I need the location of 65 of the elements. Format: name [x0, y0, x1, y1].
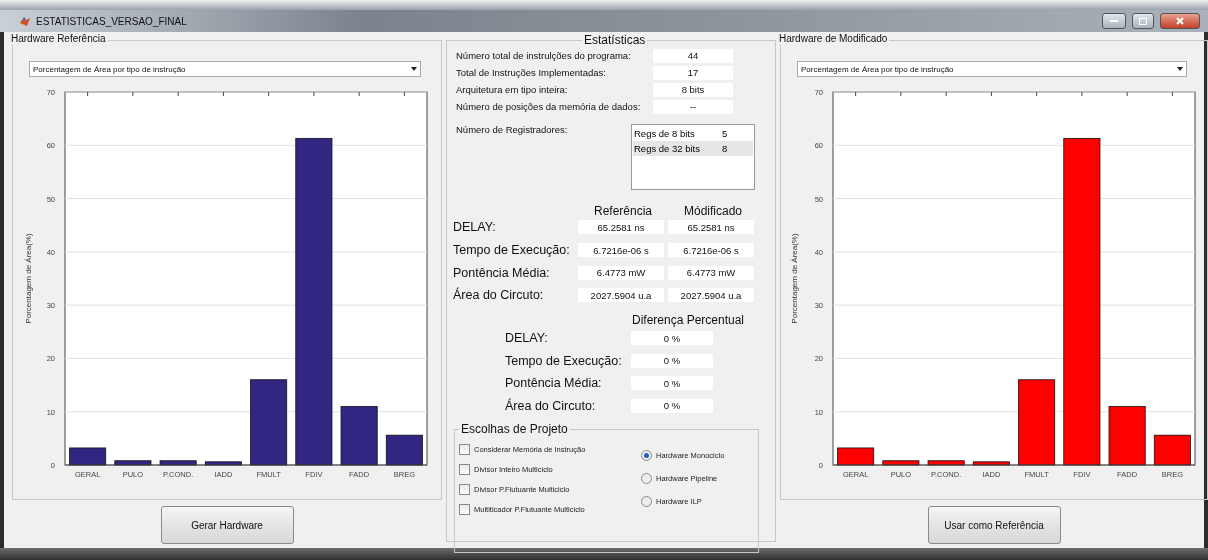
difference-value: 0 % [631, 376, 713, 390]
metric-label: Área do Circuto: [453, 288, 545, 303]
bar [340, 406, 378, 466]
difference-value: 0 % [631, 398, 713, 413]
dropdown-arrow-icon [1174, 65, 1186, 73]
section-title: Diferença Percentual [630, 312, 746, 327]
bar [159, 460, 197, 466]
stat-label: Número total de instrulções do programa: [455, 50, 632, 61]
stat-label: Total de Instruções Implementadas: [455, 67, 607, 78]
minimize-icon [1110, 19, 1118, 23]
bar [1153, 434, 1191, 466]
metric-label: Pontência Média: [505, 376, 603, 390]
maximize-icon [1139, 17, 1147, 25]
column-header: Referência [593, 204, 653, 218]
bar [114, 460, 152, 466]
chart-type-dropdown[interactable]: Porcentagem de Área por tipo de instrução [29, 61, 421, 77]
bar [882, 460, 920, 466]
bar [385, 434, 423, 466]
dropdown-arrow-icon [408, 65, 420, 73]
stat-value: 17 [653, 65, 733, 80]
metric-value: 6.4773 mW [578, 265, 664, 280]
stat-value: -- [653, 99, 733, 114]
action-button[interactable]: Gerar Hardware [160, 506, 294, 544]
bar [1108, 406, 1146, 466]
close-button[interactable] [1160, 13, 1200, 29]
metric-value: 65.2581 ns [668, 220, 754, 235]
panel-title: Estatísticas [582, 33, 648, 47]
metric-label: Tempo de Execução: [505, 353, 623, 368]
difference-value: 0 % [631, 331, 713, 345]
panel-title: Hardware Referência [9, 33, 108, 44]
metric-label: Pontência Média: [453, 265, 551, 280]
metric-value: 65.2581 ns [578, 220, 664, 235]
window-title: ESTATISTICAS_VERSAO_FINAL [36, 15, 188, 27]
column-header: Módificado [683, 204, 743, 218]
metric-value: 6.4773 mW [668, 265, 754, 280]
stat-label: Arquitetura em tipo inteira: [455, 84, 569, 95]
stat-label: Número de posições da memória de dados: [455, 101, 642, 112]
bar [204, 461, 242, 466]
chart-type-dropdown[interactable]: Porcentagem de Área por tipo de instrução [797, 61, 1187, 77]
y-axis-label: Porcentagem de Área(%) [790, 233, 799, 324]
app-icon [20, 16, 30, 26]
register-row[interactable]: Regs de 32 bits 8 [633, 141, 753, 156]
panel-title: Hardware de Modificado [777, 33, 890, 44]
metric-value: 2027.5904 u.a [578, 288, 664, 303]
stat-value: 44 [653, 48, 733, 63]
action-button[interactable]: Usar como Referência [927, 506, 1061, 544]
bar [837, 447, 875, 466]
group-title: Escolhas de Projeto [459, 421, 570, 436]
difference-value: 0 % [631, 353, 713, 368]
maximize-button[interactable] [1132, 13, 1154, 29]
close-icon [1176, 17, 1184, 25]
metric-label: Tempo de Execução: [453, 243, 571, 258]
stat-value: 8 bits [653, 82, 733, 97]
bar [972, 461, 1010, 466]
bar [69, 447, 107, 466]
metric-value: 6.7216e-06 s [578, 243, 664, 258]
metric-label: DELAY: [505, 331, 549, 345]
metric-value: 6.7216e-06 s [668, 243, 754, 258]
metric-label: Área do Circuto: [505, 398, 597, 413]
stat-label: Número de Registradores: [455, 124, 569, 137]
metric-value: 2027.5904 u.a [668, 288, 754, 303]
metric-label: DELAY: [453, 220, 497, 235]
y-axis-label: Porcentagem de Área(%) [24, 233, 33, 324]
minimize-button[interactable] [1102, 13, 1126, 29]
bar [927, 460, 965, 466]
